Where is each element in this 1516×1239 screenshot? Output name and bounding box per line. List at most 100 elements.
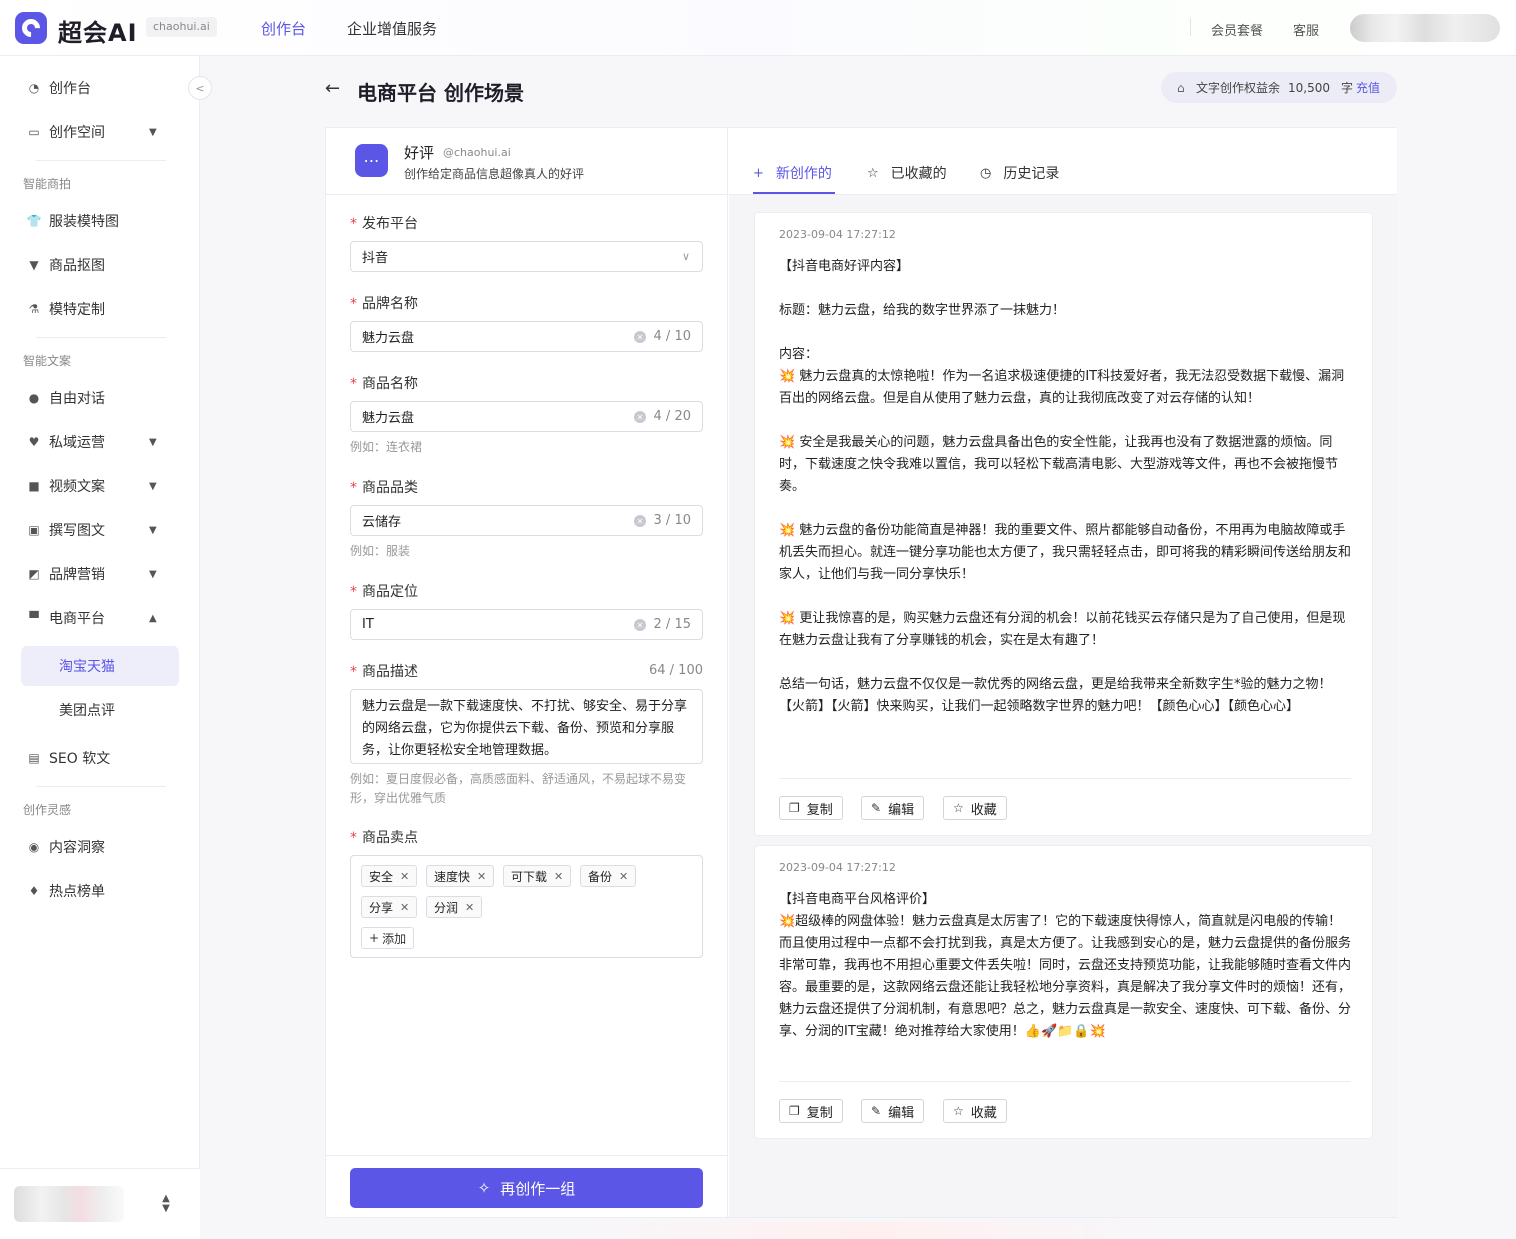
- category-hint: 例如：服装: [350, 544, 411, 558]
- user-account[interactable]: [14, 1186, 124, 1222]
- sidebar-item-cutout[interactable]: ▼ 商品抠图: [0, 247, 200, 283]
- clear-icon[interactable]: ✕: [634, 411, 646, 423]
- support-link[interactable]: 客服: [1293, 20, 1319, 39]
- form-footer: ✧ 再创作一组: [326, 1155, 727, 1217]
- tab-history[interactable]: ◷ 历史记录: [980, 163, 1059, 183]
- sidebar-label: 模特定制: [49, 302, 105, 318]
- product-input[interactable]: 魅力云盘 ✕ 4 / 20: [350, 401, 703, 432]
- news-icon: ▤: [28, 751, 40, 765]
- switch-account-icon[interactable]: ▲ ▼: [160, 1194, 172, 1214]
- close-icon[interactable]: ✕: [400, 870, 409, 883]
- char-count: 4 / 10: [653, 329, 691, 344]
- clear-icon[interactable]: ✕: [634, 515, 646, 527]
- logo-icon[interactable]: [15, 12, 47, 44]
- copy-button[interactable]: ❐ 复制: [779, 796, 843, 820]
- sidebar-item-chat[interactable]: ● 自由对话: [0, 380, 200, 416]
- result-divider: [779, 1081, 1351, 1082]
- position-input[interactable]: IT ✕ 2 / 15: [350, 609, 703, 640]
- membership-link[interactable]: 会员套餐: [1211, 20, 1263, 39]
- chevron-down-icon: ▼: [149, 126, 157, 138]
- sidebar-label: 服装模特图: [49, 214, 119, 230]
- chevron-down-icon: ▼: [149, 436, 157, 448]
- quota-badge: ⌂ 文字创作权益余 10,500 字 充值: [1161, 72, 1397, 103]
- input-value: 魅力云盘: [362, 331, 415, 346]
- result-card: 2023-09-04 17:27:12 【抖音电商好评内容】 标题：魅力云盘，给…: [754, 212, 1373, 836]
- quota-value: 10,500: [1288, 80, 1330, 95]
- clear-icon[interactable]: ✕: [634, 619, 646, 631]
- description-textarea[interactable]: 魅力云盘是一款下载速度快、不打扰、够安全、易于分享的网络云盘，它为你提供云下载、…: [350, 689, 703, 764]
- brand-input[interactable]: 魅力云盘 ✕ 4 / 10: [350, 321, 703, 352]
- sidebar-item-article[interactable]: ▣ 撰写图文 ▼: [0, 512, 200, 548]
- char-count: 3 / 10: [653, 513, 691, 528]
- results-pane: + 新创作的 ☆ 已收藏的 ◷ 历史记录 2023-09-04 17:27:12 【抖…: [729, 128, 1397, 1217]
- sidebar-label: 内容洞察: [49, 840, 105, 856]
- clear-icon[interactable]: ✕: [634, 331, 646, 343]
- tool-header: ⋯ 好评 @chaohui.ai 创作给定商品信息超像真人的好评: [326, 128, 727, 195]
- sidebar-item-meituan[interactable]: 美团点评: [21, 690, 179, 730]
- close-icon[interactable]: ✕: [477, 870, 486, 883]
- flask-icon: ⚗: [28, 302, 40, 316]
- close-icon[interactable]: ✕: [465, 901, 474, 914]
- copy-button[interactable]: ❐ 复制: [779, 1099, 843, 1123]
- sidebar-item-workbench[interactable]: ◔ 创作台: [0, 70, 200, 106]
- brand-name[interactable]: 超会AI: [58, 13, 138, 48]
- label-text: 商品卖点: [362, 830, 418, 846]
- sidebar-item-private[interactable]: ♥ 私域运营 ▼: [0, 424, 200, 460]
- chevron-down-icon: ▼: [149, 480, 157, 492]
- star-icon: ☆: [867, 165, 879, 181]
- button-label: 再创作一组: [500, 1179, 576, 1198]
- close-icon[interactable]: ✕: [400, 901, 409, 914]
- sidebar-item-video[interactable]: ■ 视频文案 ▼: [0, 468, 200, 504]
- sidebar-item-insight[interactable]: ◉ 内容洞察: [0, 829, 200, 865]
- tag-chip: 安全 ✕: [361, 865, 418, 887]
- recharge-link[interactable]: 充值: [1356, 79, 1380, 96]
- topnav-workbench[interactable]: 创作台: [261, 18, 306, 39]
- action-label: 复制: [806, 1105, 833, 1121]
- description-count: 64 / 100: [649, 663, 703, 678]
- tag-chip: 速度快 ✕: [426, 865, 495, 887]
- tool-description: 创作给定商品信息超像真人的好评: [404, 167, 585, 181]
- sidebar-item-hot[interactable]: ♦ 热点榜单: [0, 873, 200, 909]
- regenerate-button[interactable]: ✧ 再创作一组: [350, 1168, 703, 1208]
- sidebar-item-seo[interactable]: ▤ SEO 软文: [0, 740, 200, 776]
- action-label: 复制: [806, 802, 833, 818]
- plus-icon: +: [369, 931, 380, 945]
- brand-domain: chaohui.ai: [146, 17, 217, 37]
- sidebar-item-clothing-model[interactable]: 👕 服装模特图: [0, 203, 200, 239]
- category-input[interactable]: 云储存 ✕ 3 / 10: [350, 505, 703, 536]
- required-mark: *: [350, 216, 357, 232]
- description-label: * 商品描述: [350, 661, 418, 681]
- video-icon: ■: [28, 479, 40, 493]
- sidebar-item-taobao[interactable]: 淘宝天猫: [21, 646, 179, 686]
- chevron-down-icon: ▼: [149, 568, 157, 580]
- edit-button[interactable]: ✎ 编辑: [861, 796, 925, 820]
- close-icon[interactable]: ✕: [554, 870, 563, 883]
- tab-new[interactable]: + 新创作的: [753, 163, 832, 183]
- edit-button[interactable]: ✎ 编辑: [861, 1099, 925, 1123]
- sidebar-item-space[interactable]: ▭ 创作空间 ▼: [0, 114, 200, 150]
- sidebar-item-ecommerce[interactable]: ▀ 电商平台 ▲: [0, 600, 200, 636]
- required-mark: *: [350, 296, 357, 312]
- add-tag-button[interactable]: + 添加: [361, 927, 415, 949]
- sidebar-item-brand[interactable]: ◩ 品牌营销 ▼: [0, 556, 200, 592]
- bag-icon: ▀: [29, 611, 39, 625]
- selling-points-input[interactable]: 安全 ✕ 速度快 ✕ 可下载 ✕ 备份 ✕ 分享 ✕ 分润 ✕ + 添加: [350, 855, 703, 958]
- user-avatar[interactable]: [1350, 14, 1500, 42]
- tab-favorites[interactable]: ☆ 已收藏的: [867, 163, 947, 183]
- arrow-left-icon[interactable]: ←: [325, 78, 340, 99]
- favorite-button[interactable]: ☆ 收藏: [943, 796, 1007, 820]
- sidebar-group-copy: 智能文案: [23, 354, 72, 368]
- quota-label: 文字创作权益余: [1196, 81, 1281, 95]
- sidebar-item-model-custom[interactable]: ⚗ 模特定制: [0, 291, 200, 327]
- topnav-enterprise[interactable]: 企业增值服务: [347, 18, 437, 39]
- chevron-down-icon: ▼: [149, 524, 157, 536]
- platform-select[interactable]: 抖音 ∨: [350, 241, 703, 272]
- close-icon[interactable]: ✕: [619, 870, 628, 883]
- input-value: 云储存: [362, 515, 402, 530]
- collapse-sidebar-button[interactable]: <: [188, 76, 212, 100]
- chevron-left-icon: <: [195, 81, 205, 95]
- description-hint: 例如：夏日度假必备，高质感面料、舒适通风，不易起球不易变形，穿出优雅气质: [350, 772, 687, 805]
- sidebar-label: 创作空间: [49, 125, 105, 141]
- favorite-button[interactable]: ☆ 收藏: [943, 1099, 1007, 1123]
- fire-icon: ♦: [28, 884, 40, 898]
